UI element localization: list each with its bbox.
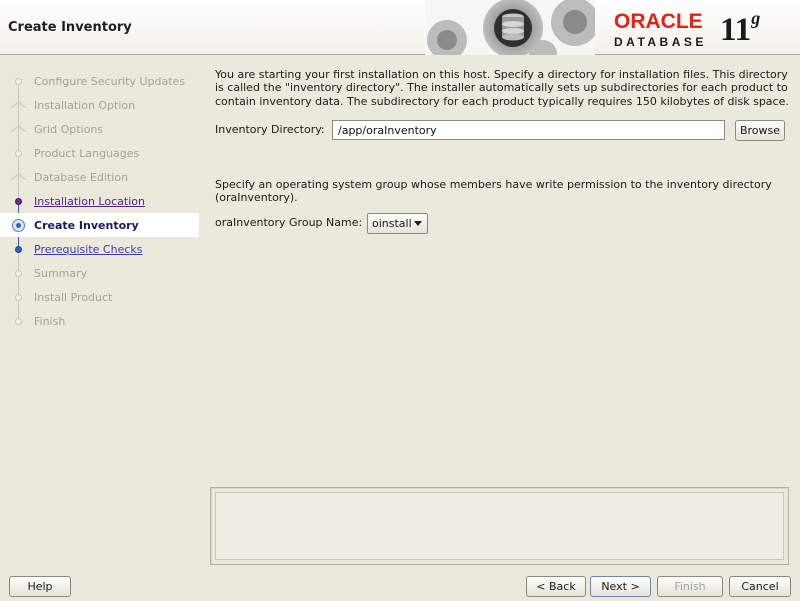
- oracle-logo: ORACLE DATABASE 11g: [600, 4, 796, 52]
- group-name-label: oraInventory Group Name:: [215, 216, 363, 229]
- step-database-edition: Database Edition: [0, 165, 199, 189]
- oracle-wordmark: ORACLE: [614, 10, 703, 33]
- step-indicator-icon: [15, 269, 22, 277]
- step-indicator-icon: [15, 197, 22, 205]
- step-summary: Summary: [0, 261, 199, 285]
- current-step-icon: [12, 218, 25, 232]
- gears-graphic: [425, 0, 595, 55]
- step-installation-option: Installation Option: [0, 93, 199, 117]
- group-name-select[interactable]: oinstall: [367, 213, 428, 234]
- step-indicator-icon: [15, 77, 22, 85]
- branch-icon: [10, 101, 27, 108]
- inventory-directory-input[interactable]: /app/oraInventory: [332, 120, 725, 140]
- title-bar: Create Inventory ORACLE DATABASE 11g: [0, 0, 800, 55]
- version-mark: 11g: [720, 8, 761, 48]
- message-pane: [215, 492, 784, 560]
- intro-text: You are starting your first installation…: [215, 68, 789, 108]
- branch-icon: [10, 125, 27, 132]
- cancel-button[interactable]: Cancel: [729, 576, 791, 597]
- next-button[interactable]: Next >: [590, 576, 651, 597]
- page-title: Create Inventory: [8, 20, 132, 35]
- step-create-inventory: Create Inventory: [0, 213, 199, 237]
- step-product-languages: Product Languages: [0, 141, 199, 165]
- main-panel: You are starting your first installation…: [208, 61, 792, 481]
- browse-button[interactable]: Browse: [735, 120, 785, 141]
- database-wordmark: DATABASE: [614, 35, 707, 49]
- inventory-directory-label: Inventory Directory:: [215, 123, 325, 136]
- step-grid-options: Grid Options: [0, 117, 199, 141]
- chevron-down-icon: [414, 221, 422, 226]
- group-description: Specify an operating system group whose …: [215, 178, 772, 205]
- steps-sidebar: Configure Security Updates Installation …: [0, 56, 199, 566]
- step-finish: Finish: [0, 309, 199, 333]
- step-indicator-icon: [15, 293, 22, 301]
- finish-button[interactable]: Finish: [657, 576, 723, 597]
- step-indicator-icon: [15, 317, 22, 325]
- step-configure-security-updates: Configure Security Updates: [0, 69, 199, 93]
- message-area: [210, 487, 789, 565]
- step-prerequisite-checks[interactable]: Prerequisite Checks: [0, 237, 199, 261]
- branch-icon: [10, 173, 27, 180]
- step-install-product: Install Product: [0, 285, 199, 309]
- back-button[interactable]: < Back: [526, 576, 586, 597]
- step-installation-location[interactable]: Installation Location: [0, 189, 199, 213]
- step-indicator-icon: [15, 149, 22, 157]
- step-indicator-icon: [15, 245, 22, 253]
- help-button[interactable]: Help: [9, 576, 71, 597]
